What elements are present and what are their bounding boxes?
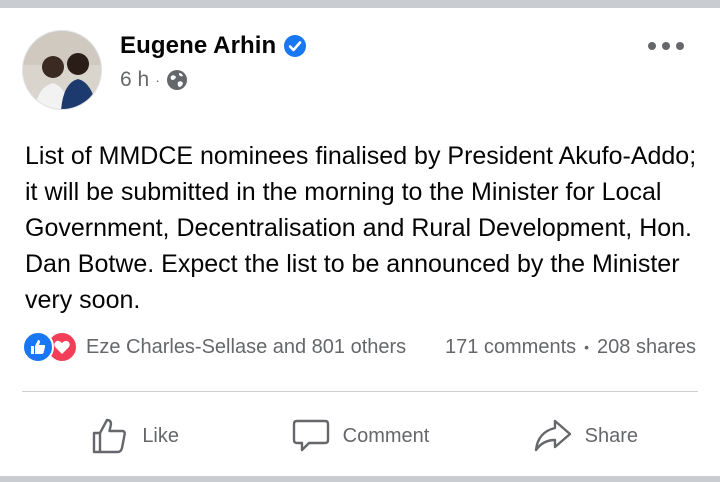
avatar-photo [23,31,101,109]
top-separator [0,0,720,8]
reacted-by-text[interactable]: Eze Charles-Sellase and 801 others [86,336,406,359]
like-label: Like [142,424,180,447]
bottom-separator [0,476,720,482]
like-reaction-icon [22,331,54,363]
verified-badge-icon [284,35,307,57]
avatar[interactable] [22,30,102,110]
post-meta: 6 h · [120,68,188,92]
more-dot-icon [648,42,656,50]
share-label: Share [584,424,638,447]
actions-divider [22,391,698,392]
post-body: List of MMDCE nominees finalised by Pres… [25,142,697,314]
reactions-summary[interactable]: Eze Charles-Sellase and 801 others [22,331,406,363]
meta-separator: · [155,72,160,88]
like-button[interactable]: Like [22,410,247,462]
share-arrow-icon [534,419,571,452]
post-time[interactable]: 6 h [120,68,149,92]
thumbs-up-icon [93,418,127,454]
post-actions: Like Comment Share [22,410,698,462]
shares-count[interactable]: 208 shares [597,336,696,359]
comment-bubble-icon [292,419,329,452]
comments-count[interactable]: 171 comments [445,336,576,359]
comment-label: Comment [342,424,430,447]
author-row: Eugene Arhin [120,32,307,60]
engagement-counts: 171 comments • 208 shares [445,336,698,359]
author-name[interactable]: Eugene Arhin [120,32,276,60]
more-dot-icon [676,42,684,50]
post-stats: Eze Charles-Sellase and 801 others 171 c… [22,330,698,364]
post-header: Eugene Arhin 6 h · [22,28,698,112]
share-button[interactable]: Share [473,410,698,462]
comment-button[interactable]: Comment [247,410,472,462]
globe-icon [166,70,187,90]
more-dot-icon [662,42,670,50]
counts-separator: • [584,339,590,355]
more-options-button[interactable] [648,36,684,56]
